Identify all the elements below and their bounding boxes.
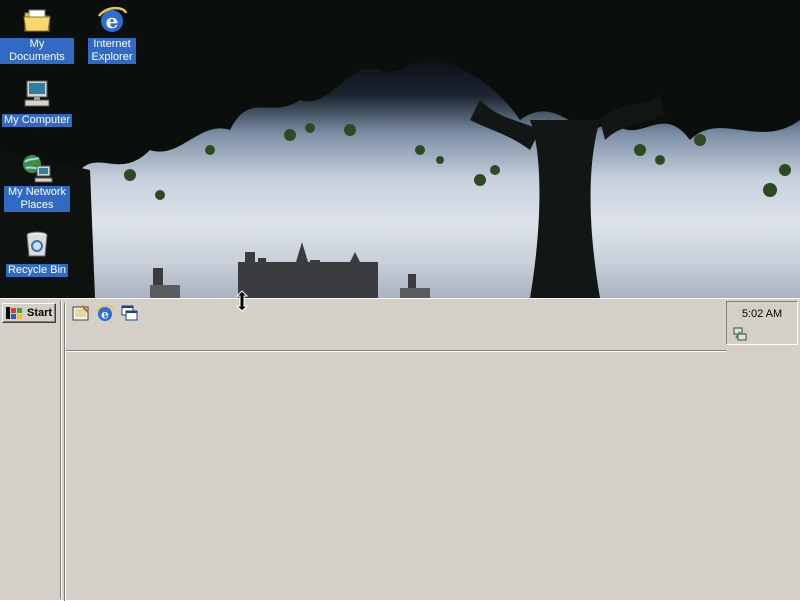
desktop-icon-my-documents[interactable]: My Documents: [0, 4, 74, 65]
taskbar-separator: [64, 303, 66, 601]
my-computer-icon: [24, 80, 50, 107]
network-places-icon: [23, 155, 53, 183]
desktop-icon-label: My Documents: [0, 38, 74, 64]
desktop-icon-label: My Network Places: [4, 186, 70, 212]
resize-vertical-cursor: [236, 290, 248, 312]
desktop-icon-my-computer[interactable]: My Computer: [0, 78, 74, 128]
system-tray: 5:02 AM: [726, 301, 798, 345]
network-connection-icon[interactable]: [732, 326, 748, 342]
quick-launch-toolbar: e: [72, 304, 138, 322]
svg-text:e: e: [101, 308, 109, 322]
taskbar[interactable]: Start e 5:02 AM: [0, 298, 800, 601]
taskbar-band-divider: [66, 350, 726, 352]
show-desktop-icon[interactable]: [72, 304, 90, 322]
recycle-bin-icon: [26, 231, 48, 257]
internet-explorer-icon[interactable]: e: [96, 304, 114, 322]
desktop-icon-label: My Computer: [1, 114, 73, 127]
desktop-icon-internet-explorer[interactable]: e Internet Explorer: [75, 4, 149, 65]
start-button[interactable]: Start: [2, 303, 56, 323]
windows-logo-icon: [6, 307, 22, 319]
clock[interactable]: 5:02 AM: [727, 308, 797, 320]
taskbar-separator: [60, 301, 62, 599]
switch-windows-icon[interactable]: [120, 304, 138, 322]
svg-text:e: e: [106, 9, 119, 33]
internet-explorer-icon: e: [97, 6, 128, 33]
desktop-icon-recycle-bin[interactable]: Recycle Bin: [0, 228, 74, 278]
desktop-icon-label: Recycle Bin: [5, 264, 69, 277]
start-label: Start: [27, 307, 53, 319]
folder-documents-icon: [23, 9, 51, 32]
desktop[interactable]: My Documents e Internet Explorer My Comp…: [0, 0, 800, 298]
desktop-icon-label: Internet Explorer: [88, 38, 136, 64]
desktop-icon-my-network-places[interactable]: My Network Places: [0, 152, 74, 213]
